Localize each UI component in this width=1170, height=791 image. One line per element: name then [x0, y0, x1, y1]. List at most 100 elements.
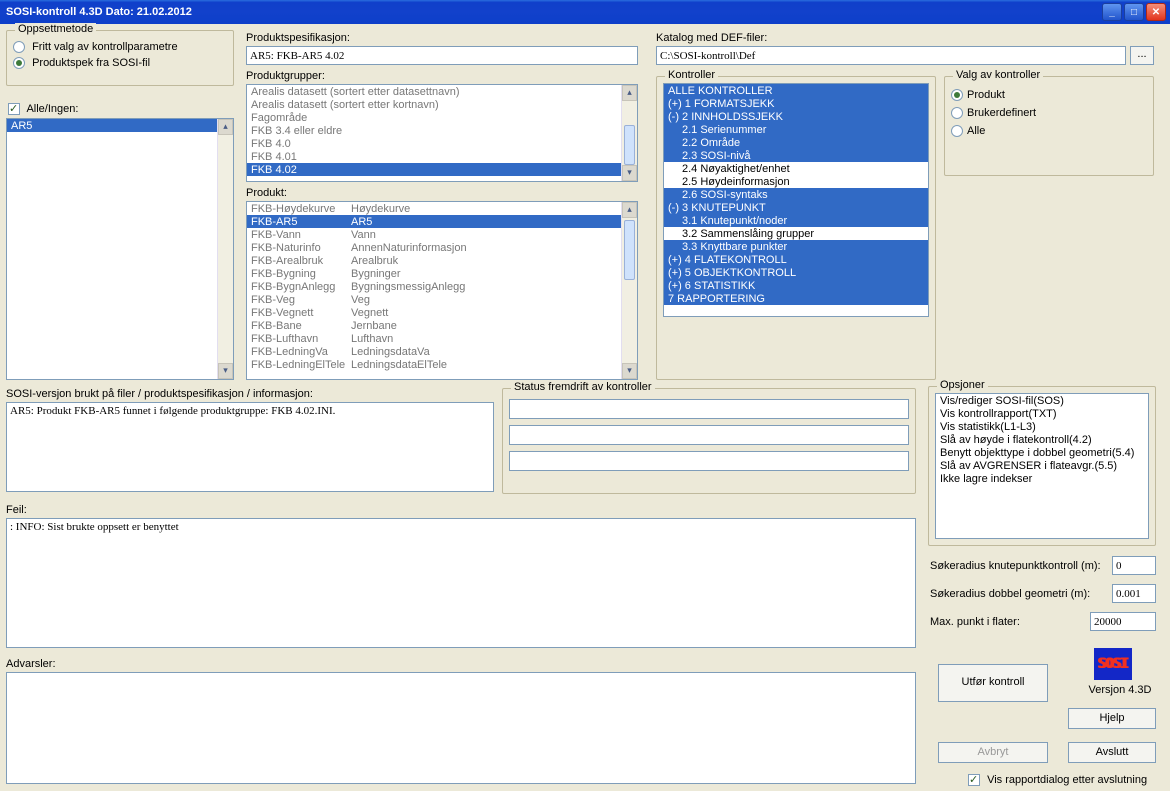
opsjon-item[interactable]: Vis/rediger SOSI-fil(SOS) [936, 394, 1148, 407]
produktgrupper-list[interactable]: Arealis datasett (sortert etter datasett… [246, 84, 638, 182]
produktgruppe-item[interactable]: FKB 3.4 eller eldre [247, 124, 637, 137]
produkt-row[interactable]: FKB-HøydekurveHøydekurve [247, 202, 637, 215]
radio-produktspek[interactable] [13, 57, 25, 69]
opsjoner-group: Opsjoner Vis/rediger SOSI-fil(SOS)Vis ko… [928, 386, 1156, 546]
kontroller-group: Kontroller ALLE KONTROLLER(+) 1 FORMATSJ… [656, 76, 936, 380]
status-group: Status fremdrift av kontroller [502, 388, 916, 494]
param1-label: Søkeradius knutepunktkontroll (m): [930, 560, 1101, 572]
kontroll-item[interactable]: 2.4 Nøyaktighet/enhet [664, 162, 928, 175]
kontroll-item[interactable]: 3.3 Knyttbare punkter [664, 240, 928, 253]
kontroll-item[interactable]: (-) 2 INNHOLDSSJEKK [664, 110, 928, 123]
produktspes-input[interactable] [246, 46, 638, 65]
fil-list-item[interactable]: AR5 [7, 119, 233, 132]
advarsler-text[interactable] [6, 672, 916, 784]
produkt-row[interactable]: FKB-LufthavnLufthavn [247, 332, 637, 345]
valg-caption: Valg av kontroller [953, 69, 1043, 81]
radio-produktspek-label: Produktspek fra SOSI-fil [32, 57, 150, 69]
produktgruppe-item[interactable]: Arealis datasett (sortert etter kortnavn… [247, 98, 637, 111]
advarsler-label: Advarsler: [6, 658, 56, 670]
produkt-row[interactable]: FKB-LedningElTeleLedningsdataElTele [247, 358, 637, 371]
titlebar[interactable]: SOSI-kontroll 4.3D Dato: 21.02.2012 _ □ … [0, 0, 1170, 24]
visrapport-label: Vis rapportdialog etter avslutning [968, 774, 1147, 786]
alle-ingen-label: Alle/Ingen: [8, 103, 78, 115]
valg-group: Valg av kontroller Produkt Brukerdefiner… [944, 76, 1154, 176]
main-window: SOSI-kontroll 4.3D Dato: 21.02.2012 _ □ … [0, 0, 1170, 791]
status-bar-3 [509, 451, 909, 471]
param3-input[interactable] [1090, 612, 1156, 631]
produktgruppe-item[interactable]: FKB 4.0 [247, 137, 637, 150]
kontroll-item[interactable]: 2.5 Høydeinformasjon [664, 175, 928, 188]
produkt-row[interactable]: FKB-VegnettVegnett [247, 306, 637, 319]
produktgrupper-scrollbar[interactable]: ▴▾ [621, 85, 637, 181]
avslutt-button[interactable]: Avslutt [1068, 742, 1156, 763]
utfor-kontroll-button[interactable]: Utfør kontroll [938, 664, 1048, 702]
sosiver-text[interactable]: AR5: Produkt FKB-AR5 funnet i følgende p… [6, 402, 494, 492]
opsjon-item[interactable]: Slå av AVGRENSER i flateavgr.(5.5) [936, 459, 1148, 472]
produkt-scrollbar[interactable]: ▴▾ [621, 202, 637, 379]
fil-list-scrollbar[interactable]: ▴▾ [217, 119, 233, 379]
sosi-logo: SOSI [1094, 648, 1132, 680]
opsjon-item[interactable]: Ikke lagre indekser [936, 472, 1148, 485]
status-bar-1 [509, 399, 909, 419]
produktgruppe-item[interactable]: Arealis datasett (sortert etter datasett… [247, 85, 637, 98]
feil-label: Feil: [6, 504, 27, 516]
oppsettmetode-caption: Oppsettmetode [15, 23, 96, 35]
radio-produkt[interactable] [951, 89, 963, 101]
avbryt-button[interactable]: Avbryt [938, 742, 1048, 763]
produkt-list[interactable]: FKB-HøydekurveHøydekurveFKB-AR5AR5FKB-Va… [246, 201, 638, 380]
produktspes-label: Produktspesifikasjon: [246, 32, 350, 44]
kontroll-item[interactable]: 2.2 Område [664, 136, 928, 149]
fil-list[interactable]: AR5 ▴▾ [6, 118, 234, 380]
hjelp-button[interactable]: Hjelp [1068, 708, 1156, 729]
kontroll-item[interactable]: (+) 6 STATISTIKK [664, 279, 928, 292]
opsjon-item[interactable]: Benytt objekttype i dobbel geometri(5.4) [936, 446, 1148, 459]
visrapport-checkbox[interactable] [968, 774, 980, 786]
kontroll-item[interactable]: 2.1 Serienummer [664, 123, 928, 136]
opsjon-item[interactable]: Vis kontrollrapport(TXT) [936, 407, 1148, 420]
feil-text[interactable]: : INFO: Sist brukte oppsett er benyttet [6, 518, 916, 648]
radio-alle[interactable] [951, 125, 963, 137]
radio-brukerdef[interactable] [951, 107, 963, 119]
oppsettmetode-group: Oppsettmetode Fritt valg av kontrollpara… [6, 30, 234, 86]
close-button[interactable]: ✕ [1146, 3, 1166, 21]
opsjon-item[interactable]: Vis statistikk(L1-L3) [936, 420, 1148, 433]
alle-ingen-checkbox[interactable] [8, 103, 20, 115]
katalog-input[interactable] [656, 46, 1126, 65]
opsjoner-list[interactable]: Vis/rediger SOSI-fil(SOS)Vis kontrollrap… [935, 393, 1149, 539]
minimize-button[interactable]: _ [1102, 3, 1122, 21]
produkt-row[interactable]: FKB-AR5AR5 [247, 215, 637, 228]
kontroll-item[interactable]: ALLE KONTROLLER [664, 84, 928, 97]
window-title: SOSI-kontroll 4.3D Dato: 21.02.2012 [6, 6, 1102, 18]
produkt-row[interactable]: FKB-BygnAnleggBygningsmessigAnlegg [247, 280, 637, 293]
produktgruppe-item[interactable]: Fagområde [247, 111, 637, 124]
kontroll-item[interactable]: (+) 5 OBJEKTKONTROLL [664, 266, 928, 279]
produkt-label: Produkt: [246, 187, 287, 199]
kontroll-item[interactable]: 7 RAPPORTERING [664, 292, 928, 305]
kontroll-item[interactable]: 3.1 Knutepunkt/noder [664, 214, 928, 227]
maximize-button[interactable]: □ [1124, 3, 1144, 21]
katalog-browse-button[interactable]: ... [1130, 46, 1154, 65]
produkt-row[interactable]: FKB-VannVann [247, 228, 637, 241]
produktgruppe-item[interactable]: FKB 4.02 [247, 163, 637, 176]
radio-fritt-valg[interactable] [13, 41, 25, 53]
kontroll-item[interactable]: (+) 4 FLATEKONTROLL [664, 253, 928, 266]
param1-input[interactable] [1112, 556, 1156, 575]
produkt-row[interactable]: FKB-VegVeg [247, 293, 637, 306]
kontroller-list[interactable]: ALLE KONTROLLER(+) 1 FORMATSJEKK(-) 2 IN… [663, 83, 929, 317]
sosiver-label: SOSI-versjon brukt på filer / produktspe… [6, 388, 313, 400]
produkt-row[interactable]: FKB-BygningBygninger [247, 267, 637, 280]
kontroll-item[interactable]: 2.6 SOSI-syntaks [664, 188, 928, 201]
produktgruppe-item[interactable]: FKB 4.01 [247, 150, 637, 163]
param2-input[interactable] [1112, 584, 1156, 603]
kontroll-item[interactable]: 3.2 Sammenslåing grupper [664, 227, 928, 240]
kontroll-item[interactable]: 2.3 SOSI-nivå [664, 149, 928, 162]
produkt-row[interactable]: FKB-BaneJernbane [247, 319, 637, 332]
produkt-row[interactable]: FKB-LedningVaLedningsdataVa [247, 345, 637, 358]
produkt-row[interactable]: FKB-NaturinfoAnnenNaturinformasjon [247, 241, 637, 254]
opsjon-item[interactable]: Slå av høyde i flatekontroll(4.2) [936, 433, 1148, 446]
kontroll-item[interactable]: (-) 3 KNUTEPUNKT [664, 201, 928, 214]
kontroll-item[interactable]: (+) 1 FORMATSJEKK [664, 97, 928, 110]
kontroller-caption: Kontroller [665, 69, 718, 81]
produkt-row[interactable]: FKB-ArealbrukArealbruk [247, 254, 637, 267]
status-bar-2 [509, 425, 909, 445]
